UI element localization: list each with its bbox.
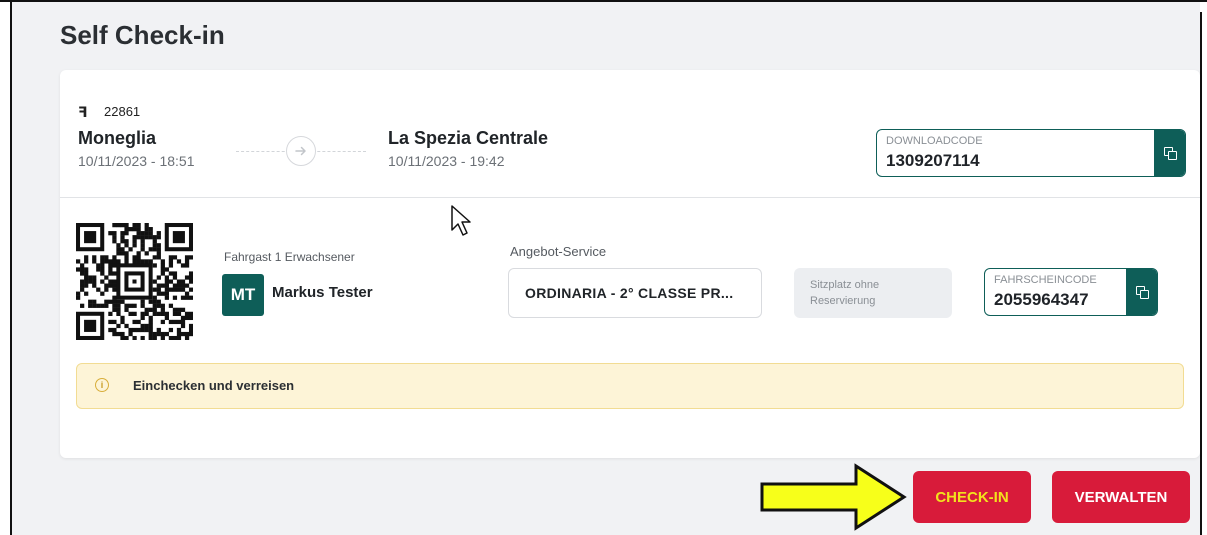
departure-station: Moneglia bbox=[78, 128, 157, 148]
ticket-card: ꟻ 22861 Moneglia 10/11/2023 - 18:51 La S… bbox=[60, 70, 1200, 458]
train-number: 22861 bbox=[104, 104, 141, 119]
check-in-button-label: CHECK-IN bbox=[935, 488, 1009, 506]
ticket-qr-code bbox=[76, 223, 193, 340]
download-code-field[interactable]: DOWNLOADCODE 1309207114 bbox=[876, 129, 1186, 177]
avatar: MT bbox=[222, 274, 264, 316]
passenger-name: Markus Tester bbox=[272, 284, 373, 301]
copy-icon bbox=[1135, 286, 1149, 299]
page-title: Self Check-in bbox=[60, 20, 225, 50]
seat-info-line2: Reservierung bbox=[810, 295, 876, 307]
card-divider bbox=[60, 197, 1200, 198]
copy-download-code-button[interactable] bbox=[1154, 130, 1185, 176]
mouse-cursor-icon bbox=[451, 205, 471, 236]
ticket-code-value: 2055964347 bbox=[994, 290, 1089, 309]
check-in-button[interactable]: CHECK-IN bbox=[913, 471, 1031, 523]
info-icon: i bbox=[95, 378, 109, 392]
offer-field[interactable]: ORDINARIA - 2° CLASSE PR... bbox=[508, 268, 762, 318]
ticket-code-field[interactable]: FAHRSCHEINCODE 2055964347 bbox=[984, 268, 1158, 316]
page: Self Check-in ꟻ 22861 Moneglia 10/11/202… bbox=[12, 2, 1200, 535]
arrival-datetime: 10/11/2023 - 19:42 bbox=[388, 153, 505, 169]
offer-label: Angebot-Service bbox=[510, 244, 607, 259]
passenger-label: Fahrgast 1 Erwachsener bbox=[224, 250, 355, 264]
screenshot-frame-right bbox=[1200, 12, 1202, 535]
seat-info-line1: Sitzplatz ohne bbox=[810, 279, 880, 291]
yellow-annotation-arrow-icon bbox=[760, 463, 907, 531]
download-code-value: 1309207114 bbox=[886, 151, 980, 170]
arrow-right-circle-icon bbox=[286, 136, 316, 166]
download-code-label: DOWNLOADCODE bbox=[886, 135, 983, 147]
checkin-notice: i Einchecken und verreisen bbox=[76, 363, 1184, 409]
ticket-code-label: FAHRSCHEINCODE bbox=[994, 274, 1097, 286]
notice-text: Einchecken und verreisen bbox=[133, 378, 295, 393]
copy-ticket-code-button[interactable] bbox=[1126, 269, 1157, 315]
train-icon: ꟻ bbox=[78, 104, 88, 120]
arrival-station: La Spezia Centrale bbox=[388, 128, 549, 148]
manage-button[interactable]: VERWALTEN bbox=[1052, 471, 1190, 523]
seat-info: Sitzplatz ohne Reservierung bbox=[794, 268, 952, 318]
departure-datetime: 10/11/2023 - 18:51 bbox=[78, 153, 195, 169]
copy-icon bbox=[1163, 147, 1177, 160]
